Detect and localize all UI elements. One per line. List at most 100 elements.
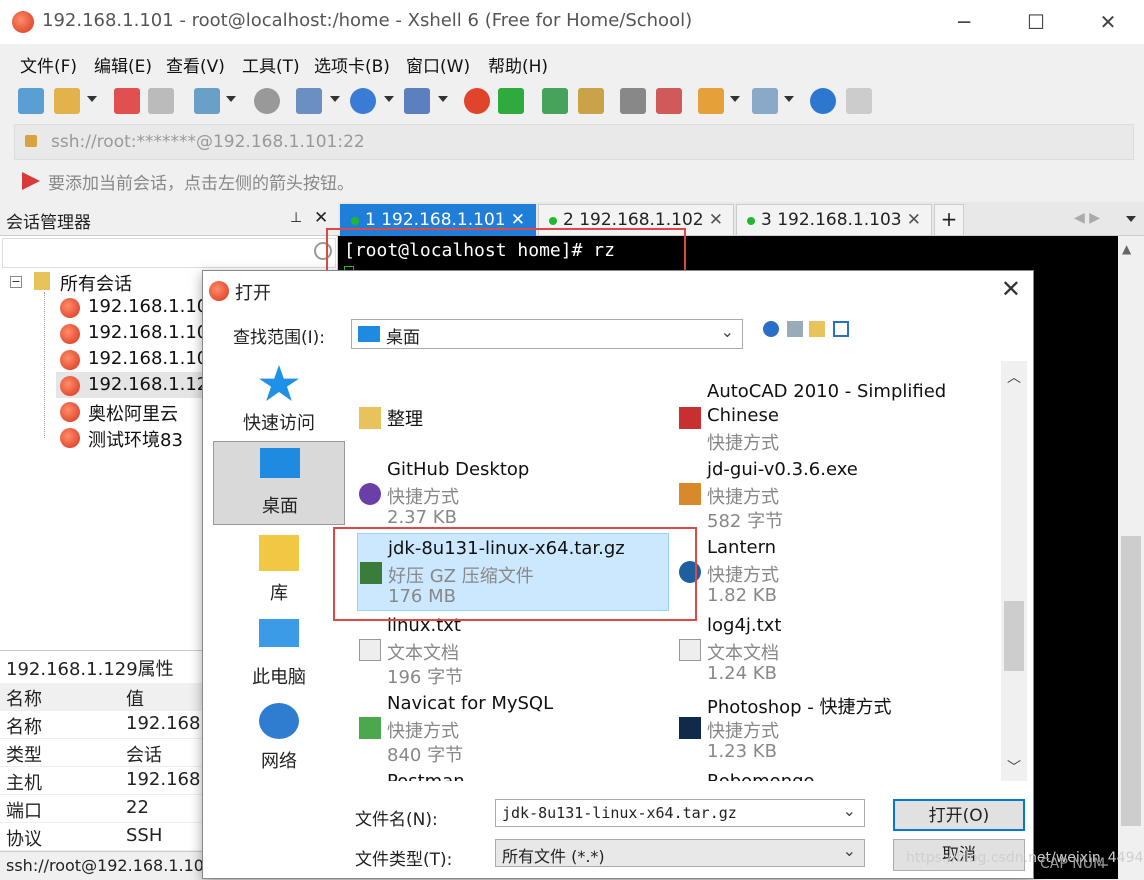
session-manager-close[interactable]: ✕ <box>314 208 328 228</box>
lookin-select[interactable]: 桌面 ⌄ <box>351 319 743 349</box>
tree-item-session[interactable]: 192.168.1.102 <box>88 322 220 343</box>
address-bar[interactable]: ssh://root:*******@192.168.1.101:22 <box>14 124 1134 160</box>
place-library[interactable]: 库 <box>213 529 345 613</box>
chevron-down-icon[interactable] <box>730 96 740 102</box>
open-folder-icon[interactable] <box>54 88 80 114</box>
tree-root[interactable]: 所有会话 <box>60 270 132 296</box>
chevron-down-icon[interactable] <box>784 96 794 102</box>
xftp-icon[interactable] <box>498 88 524 114</box>
lock-icon[interactable] <box>578 88 604 114</box>
menu-file[interactable]: 文件(F) <box>20 52 77 77</box>
minimize-button[interactable]: ─ <box>944 6 984 38</box>
scroll-down-icon[interactable]: ﹀ <box>1007 757 1021 777</box>
prop-key: 类型 <box>6 745 42 766</box>
chevron-down-icon[interactable] <box>1126 216 1136 222</box>
file-list-scrollbar[interactable]: ︿ ﹀ <box>1001 361 1027 781</box>
file-size: 1.23 KB <box>707 741 777 762</box>
place-quick-access[interactable]: 快速访问 <box>213 359 345 443</box>
window-layout-icon[interactable] <box>752 88 778 114</box>
menu-window[interactable]: 窗口(W) <box>406 52 470 77</box>
scroll-thumb[interactable] <box>1004 601 1024 671</box>
file-item[interactable]: AutoCAD 2010 - Simplified Chinese 快捷方式 <box>671 377 991 455</box>
up-folder-icon[interactable] <box>787 321 803 337</box>
chevron-down-icon[interactable] <box>330 96 340 102</box>
new-session-icon[interactable] <box>18 88 44 114</box>
scroll-thumb[interactable] <box>1121 536 1141 826</box>
chevron-down-icon[interactable] <box>438 96 448 102</box>
chevron-down-icon[interactable] <box>87 96 97 102</box>
layout-icon[interactable] <box>296 88 322 114</box>
collapse-icon[interactable]: − <box>10 276 22 288</box>
file-item[interactable]: log4j.txt 文本文档 1.24 KB <box>671 611 991 689</box>
menu-tabs[interactable]: 选项卡(B) <box>314 52 390 77</box>
new-tab-button[interactable]: + <box>934 204 964 236</box>
file-item[interactable]: Navicat for MySQL 快捷方式 840 字节 <box>351 689 671 767</box>
tree-item-session[interactable]: 192.168.1.101 <box>88 296 220 317</box>
tab-label: 3 192.168.1.103 <box>761 210 902 230</box>
prop-value: SSH <box>126 825 163 846</box>
file-item[interactable]: Photoshop - 快捷方式 快捷方式 1.23 KB <box>671 689 991 767</box>
chevron-down-icon: ⌄ <box>720 322 734 341</box>
highlight-icon[interactable] <box>656 88 682 114</box>
maximize-button[interactable]: ☐ <box>1016 6 1056 38</box>
session-icon <box>60 298 80 318</box>
chat-icon[interactable] <box>846 88 872 114</box>
filename-input[interactable]: jdk-8u131-linux-x64.tar.gz ⌄ <box>495 799 865 827</box>
file-type: 快捷方式 <box>387 487 459 508</box>
disconnect-icon[interactable] <box>148 88 174 114</box>
tab-close[interactable]: ✕ <box>907 210 921 230</box>
file-size: 1.24 KB <box>707 663 777 684</box>
tree-item-session[interactable]: 192.168.1.103 <box>88 348 220 369</box>
scroll-up-icon[interactable]: ▲ <box>1122 242 1131 256</box>
add-folder-icon[interactable] <box>698 88 724 114</box>
menu-help[interactable]: 帮助(H) <box>488 52 548 77</box>
file-item[interactable]: Postman <box>351 767 671 781</box>
file-name: jd-gui-v0.3.6.exe <box>707 459 858 480</box>
fullscreen-icon[interactable] <box>542 88 568 114</box>
session-search-input[interactable] <box>2 238 336 268</box>
font-icon[interactable] <box>404 88 430 114</box>
scroll-up-icon[interactable]: ︿ <box>1007 367 1021 387</box>
dialog-close-button[interactable]: ✕ <box>1001 275 1021 303</box>
pin-icon[interactable]: ⊥ <box>290 210 302 226</box>
watermark: https://blog.csdn.net/weixin_44949 <box>906 850 1144 866</box>
tab-close[interactable]: ✕ <box>709 210 723 230</box>
view-menu-icon[interactable] <box>833 321 849 337</box>
connect-icon[interactable] <box>114 88 140 114</box>
file-item[interactable]: Lantern 快捷方式 1.82 KB <box>671 533 991 611</box>
xshell-icon[interactable] <box>464 88 490 114</box>
back-icon[interactable] <box>763 321 779 337</box>
place-network[interactable]: 网络 <box>213 697 345 781</box>
chevron-down-icon[interactable] <box>226 96 236 102</box>
place-desktop[interactable]: 桌面 <box>213 441 345 525</box>
search-icon[interactable] <box>254 88 280 114</box>
tab-session-3[interactable]: 3 192.168.1.103 ✕ <box>736 204 932 236</box>
chevron-down-icon[interactable] <box>384 96 394 102</box>
keyboard-icon[interactable] <box>620 88 646 114</box>
menu-view[interactable]: 查看(V) <box>166 52 225 77</box>
terminal-scrollbar[interactable]: ▲ <box>1118 236 1144 879</box>
new-folder-icon[interactable] <box>809 321 825 337</box>
properties-icon[interactable] <box>194 88 220 114</box>
session-manager-header: 会话管理器 ⊥ ✕ <box>0 202 338 236</box>
place-this-pc[interactable]: 此电脑 <box>213 613 345 697</box>
open-button[interactable]: 打开(O) <box>893 799 1025 831</box>
tab-scroll-icon[interactable]: ◀ ▶ <box>1074 210 1100 226</box>
tree-item-session[interactable]: 192.168.1.129 <box>88 374 220 395</box>
filetype-select[interactable]: 所有文件 (*.*) ⌄ <box>495 839 865 867</box>
close-button[interactable]: ✕ <box>1088 6 1128 38</box>
file-item[interactable]: GitHub Desktop 快捷方式 2.37 KB <box>351 455 671 533</box>
chevron-down-icon: ⌄ <box>842 801 856 820</box>
arrow-icon[interactable] <box>22 172 40 190</box>
file-item[interactable]: jd-gui-v0.3.6.exe 快捷方式 582 字节 <box>671 455 991 533</box>
menu-tools[interactable]: 工具(T) <box>242 52 300 77</box>
xshell-logo-icon <box>12 11 34 33</box>
file-item[interactable]: Robomongo <box>671 767 991 781</box>
tree-item-session[interactable]: 奥松阿里云 <box>88 400 178 426</box>
tree-item-session[interactable]: 测试环境83 <box>88 426 183 452</box>
tab-close[interactable]: ✕ <box>511 210 525 230</box>
help-icon[interactable] <box>810 88 836 114</box>
globe-icon[interactable] <box>350 88 376 114</box>
menu-edit[interactable]: 编辑(E) <box>94 52 152 77</box>
file-item[interactable]: linux.txt 文本文档 196 字节 <box>351 611 671 689</box>
